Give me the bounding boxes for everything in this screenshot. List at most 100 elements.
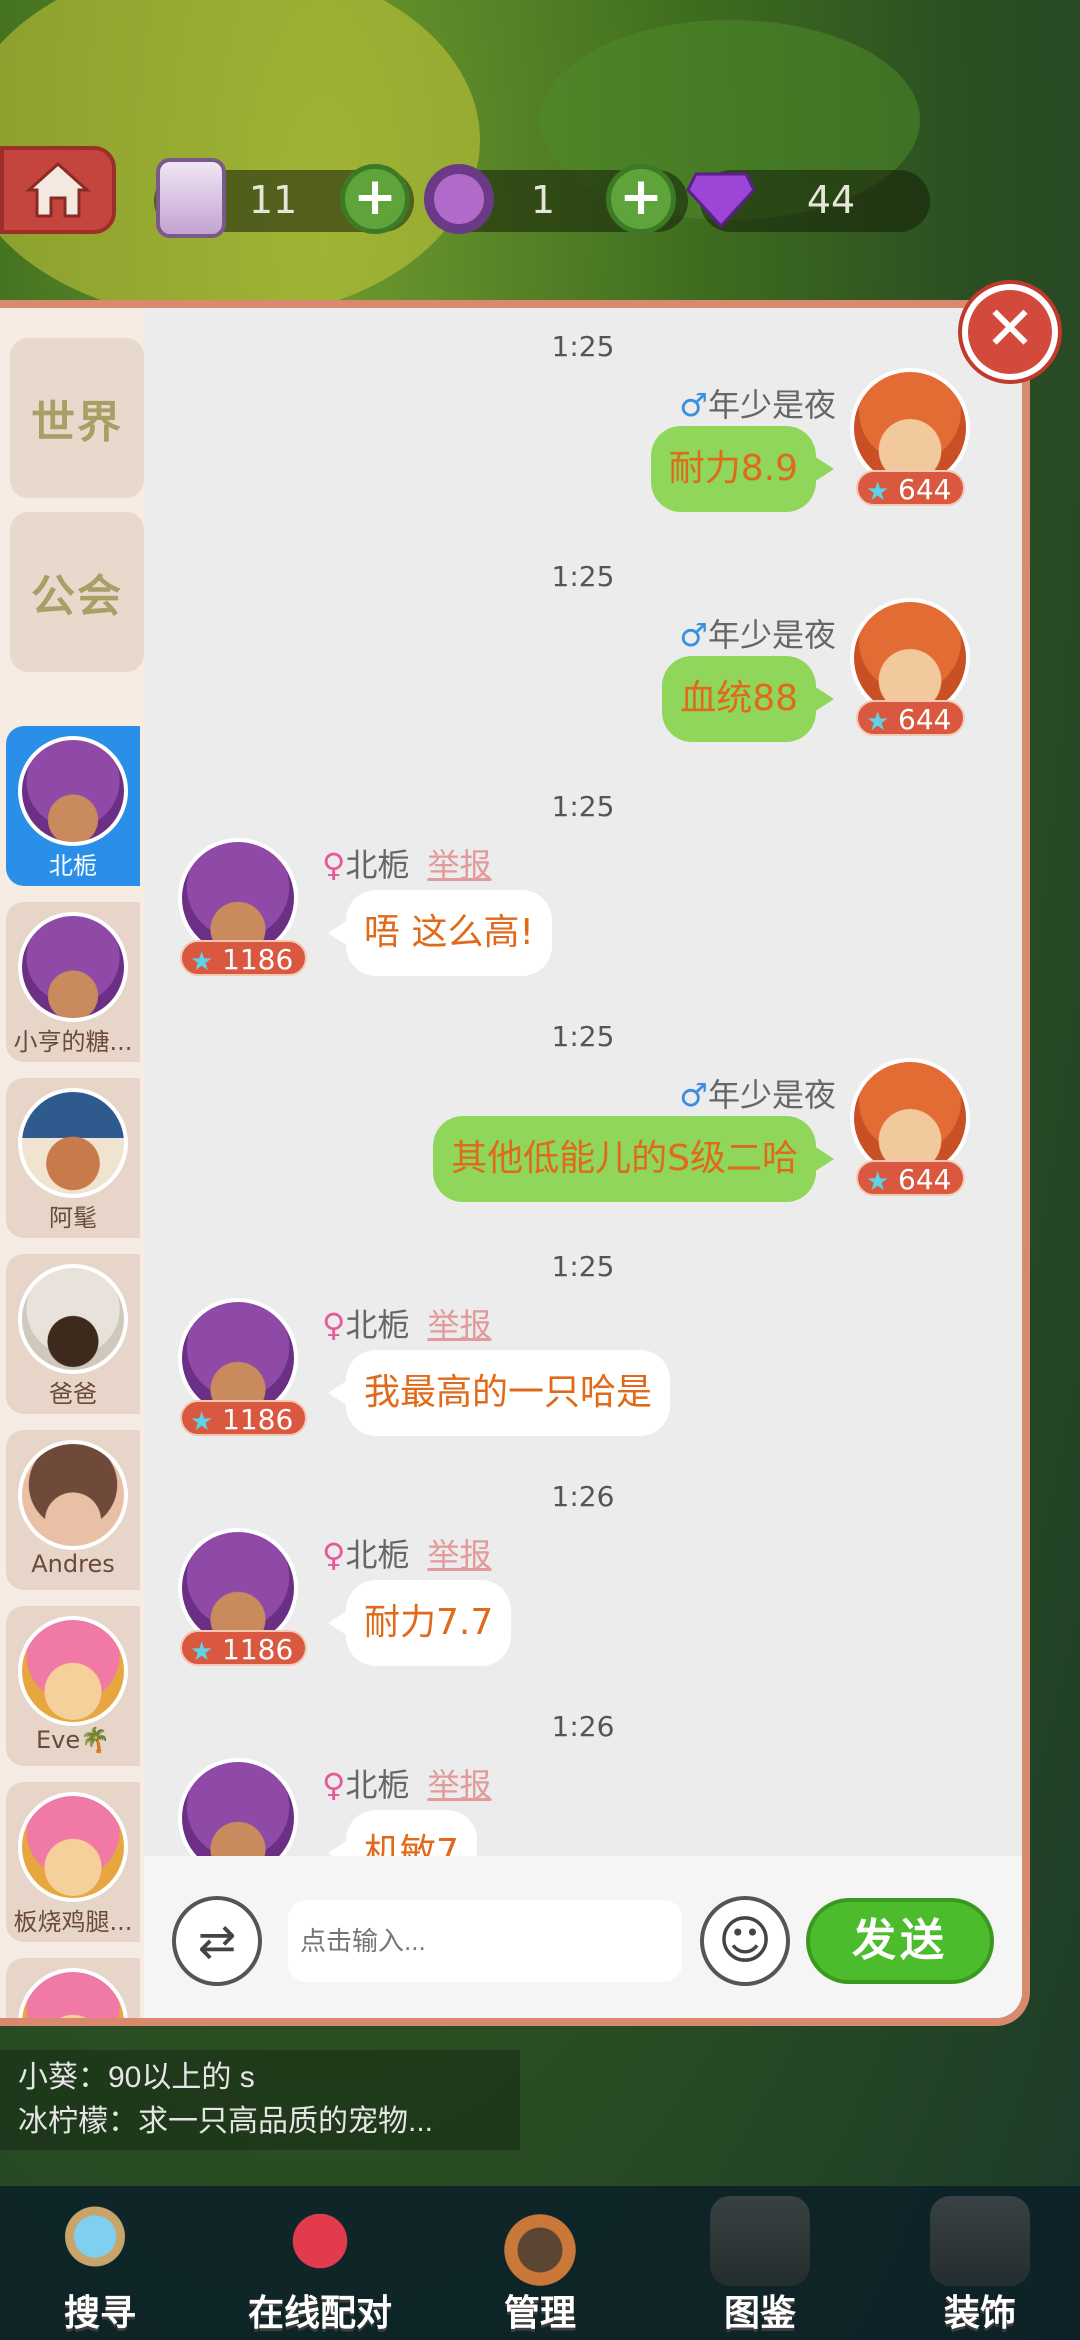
gem-icon <box>686 172 756 228</box>
male-icon: ♂ <box>679 386 708 424</box>
report-link[interactable]: 举报 <box>427 1536 491 1574</box>
swap-arrows-icon: ⇄ <box>197 1914 237 1968</box>
message-bubble[interactable]: 我最高的一只哈是 <box>327 1350 671 1436</box>
hammer-icon <box>930 2196 1030 2286</box>
shovel-icon <box>424 164 494 234</box>
avatar <box>18 912 128 1022</box>
female-icon: ♀ <box>322 1306 346 1344</box>
female-icon: ♀ <box>322 1766 346 1804</box>
feed-line: 冰柠檬：求一只高品质的宠物... <box>18 2105 434 2138</box>
potion-bottle-icon <box>156 158 226 238</box>
star-icon: ★ <box>190 1407 214 1437</box>
message-time: 1:25 <box>551 1020 615 1053</box>
gem-count: 44 <box>806 178 856 222</box>
message-time: 1:25 <box>551 330 615 363</box>
contact-item[interactable]: Eve🌴 <box>6 1606 140 1766</box>
world-chat-feed[interactable]: 小葵：90以上的 s 冰柠檬：求一只高品质的宠物... <box>0 2050 520 2150</box>
avatar <box>18 1968 128 2018</box>
avatar <box>18 736 128 846</box>
message-time: 1:25 <box>551 560 615 593</box>
sender-name-text: 年少是夜 <box>707 386 836 424</box>
message-bubble[interactable]: 耐力8.9 <box>650 426 835 512</box>
female-icon: ♀ <box>322 1536 346 1574</box>
level-badge: ★ 644 <box>856 470 966 507</box>
contact-name: 小亨的糖... <box>13 1028 133 1056</box>
add-item-button[interactable]: + <box>606 164 676 234</box>
contact-name: 板烧鸡腿... <box>13 1908 133 1936</box>
tab-guild[interactable]: 公会 <box>10 512 144 672</box>
add-potion-button[interactable]: + <box>340 164 410 234</box>
star-icon: ★ <box>866 1167 890 1197</box>
contact-name: Andres <box>31 1550 115 1578</box>
emoji-button[interactable]: ☺ <box>700 1896 790 1986</box>
close-button[interactable]: ✕ <box>962 284 1058 380</box>
report-link[interactable]: 举报 <box>427 846 491 884</box>
tab-world[interactable]: 世界 <box>10 338 144 498</box>
contact-item[interactable]: 板烧鸡腿... <box>6 1782 140 1942</box>
level-badge: ★ 644 <box>856 1160 966 1197</box>
avatar <box>18 1264 128 1374</box>
message-time: 1:26 <box>551 1480 615 1513</box>
message-time: 1:25 <box>551 1250 615 1283</box>
sender-name: ♂年少是夜 <box>679 380 836 426</box>
smiley-icon: ☺ <box>717 1911 773 1971</box>
report-link[interactable]: 举报 <box>427 1766 491 1804</box>
contact-name: 北栀 <box>49 852 97 880</box>
message-bubble[interactable]: 唔 这么高! <box>328 890 552 976</box>
avatar <box>18 1616 128 1726</box>
contact-item[interactable]: 小亨的糖... <box>6 902 140 1062</box>
contact-name: 爸爸 <box>49 1380 97 1408</box>
sender-name-text: 北栀 <box>345 1766 410 1804</box>
nav-decorate[interactable]: 装饰 <box>880 2186 1080 2340</box>
magnifier-icon <box>50 2196 150 2286</box>
nav-search[interactable]: 搜寻 <box>0 2186 200 2340</box>
nav-manage[interactable]: 管理 <box>440 2186 640 2340</box>
level-value: 644 <box>898 703 952 736</box>
switch-channel-button[interactable]: ⇄ <box>172 1896 262 1986</box>
input-bar: ⇄ ☺ 发送 <box>144 1856 1022 2018</box>
avatar[interactable] <box>178 1758 298 1856</box>
star-icon: ★ <box>190 1637 214 1667</box>
contact-item[interactable]: 北栀 <box>6 726 140 886</box>
sender-name: ♀北栀 举报 <box>322 1760 491 1806</box>
message-bubble[interactable]: 耐力7.7 <box>327 1580 512 1666</box>
level-badge: ★ 1186 <box>180 1400 308 1437</box>
sender-name-text: 北栀 <box>345 1536 410 1574</box>
nav-collection[interactable]: 图鉴 <box>660 2186 860 2340</box>
contact-item[interactable]: 爸爸 <box>6 1254 140 1414</box>
male-icon: ♂ <box>679 616 708 654</box>
nav-label: 搜寻 <box>63 2293 136 2334</box>
contact-item[interactable]: 阿髦 <box>6 1078 140 1238</box>
item-count: 1 <box>530 178 556 222</box>
send-button[interactable]: 发送 <box>806 1898 994 1984</box>
chat-sidebar: 世界 公会 北栀 小亨的糖... 阿髦 爸爸 Andres Eve🌴 板烧鸡腿.… <box>0 308 144 2018</box>
message-input[interactable] <box>288 1900 682 1982</box>
bottom-nav: 搜寻 在线配对 管理 图鉴 装饰 <box>0 2186 1080 2340</box>
nav-online-match[interactable]: 在线配对 <box>220 2186 420 2340</box>
message-bubble[interactable]: 机敏7 <box>328 1810 477 1856</box>
home-button[interactable] <box>0 146 116 234</box>
contact-item[interactable]: Andres <box>6 1430 140 1590</box>
female-icon: ♀ <box>322 846 346 884</box>
message-bubble[interactable]: 其他低能儿的S级二哈 <box>433 1116 834 1202</box>
message-time: 1:26 <box>551 1710 615 1743</box>
avatar <box>18 1440 128 1550</box>
sender-name: ♂年少是夜 <box>679 1070 836 1116</box>
feed-line: 小葵：90以上的 s <box>18 2061 255 2094</box>
avatar <box>18 1792 128 1902</box>
male-icon: ♂ <box>679 1076 708 1114</box>
close-icon: ✕ <box>984 294 1036 364</box>
home-icon <box>25 161 91 218</box>
sender-name-text: 北栀 <box>345 846 410 884</box>
sender-name-text: 年少是夜 <box>707 1076 836 1114</box>
contact-item[interactable] <box>6 1958 140 2018</box>
sender-name-text: 年少是夜 <box>707 616 836 654</box>
level-value: 1186 <box>222 1633 294 1666</box>
level-value: 644 <box>898 473 952 506</box>
potion-count: 11 <box>248 178 298 222</box>
report-link[interactable]: 举报 <box>427 1306 491 1344</box>
message-list[interactable]: 1:25 ♂年少是夜 ★ 644 耐力8.9 1:25 ♂年少是夜 ★ 644 血统… <box>144 308 1022 1856</box>
message-bubble[interactable]: 血统88 <box>662 656 834 742</box>
level-badge: ★ 1186 <box>180 940 308 977</box>
level-badge: ★ 1186 <box>180 1630 308 1667</box>
